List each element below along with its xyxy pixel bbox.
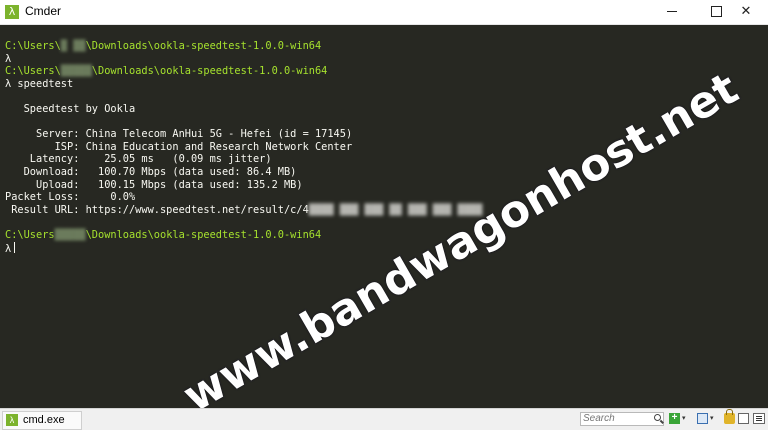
window-title: Cmder: [25, 4, 62, 18]
panel-icon[interactable]: [738, 413, 749, 424]
console-line: ISP: China Education and Research Networ…: [5, 141, 482, 154]
text-cursor: [14, 241, 16, 253]
console-line: λ: [5, 53, 482, 66]
console-line: Upload: 100.15 Mbps (data used: 135.2 MB…: [5, 179, 482, 192]
result-url: Result URL: https://www.speedtest.net/re…: [5, 203, 309, 216]
redacted-result-id: ████ ███ ███ ██ ███ ███ ████: [308, 203, 483, 216]
output-text: Server: China Telecom AnHui 5G - Hefei (…: [5, 128, 353, 141]
prompt-path-suffix: \Downloads\ookla-speedtest-1.0.0-win64: [91, 65, 328, 78]
status-bar: λ cmd.exe Search + ▾ ▾: [0, 408, 768, 430]
split-view-dropdown-icon[interactable]: ▾: [710, 413, 717, 424]
console-line: λ speedtest: [5, 78, 482, 91]
minimize-button[interactable]: [650, 0, 694, 24]
output-text: Upload: 100.15 Mbps (data used: 135.2 MB…: [5, 178, 303, 191]
prompt-path-suffix: \Downloads\ookla-speedtest-1.0.0-win64: [85, 40, 322, 52]
console-area[interactable]: C:\Users\█ ██\Downloads\ookla-speedtest-…: [0, 25, 768, 408]
close-button[interactable]: ✕: [724, 0, 768, 24]
maximize-icon: [710, 6, 722, 17]
cmder-lambda-icon: λ: [6, 414, 18, 426]
redacted-username: █████: [54, 228, 86, 241]
new-console-dropdown-icon[interactable]: ▾: [682, 413, 689, 424]
console-line: Server: China Telecom AnHui 5G - Hefei (…: [5, 128, 482, 141]
split-view-icon[interactable]: [697, 413, 708, 424]
console-line: C:\Users█████\Downloads\ookla-speedtest-…: [5, 229, 482, 242]
console-line: Packet Loss: 0.0%: [5, 191, 482, 204]
redacted-username: █ ██: [60, 40, 86, 52]
lock-icon[interactable]: [724, 409, 735, 424]
output-text: Speedtest by Ookla: [5, 102, 136, 115]
prompt-path-prefix: C:\Users: [5, 228, 55, 241]
menu-icon[interactable]: [753, 413, 765, 424]
minimize-icon: [667, 11, 677, 12]
search-icon[interactable]: [654, 414, 661, 421]
console-line: Download: 100.70 Mbps (data used: 86.4 M…: [5, 166, 482, 179]
prompt-path-prefix: C:\Users\: [5, 65, 61, 78]
console-line: C:\Users\█████\Downloads\ookla-speedtest…: [5, 65, 482, 78]
output-text: Latency: 25.05 ms (0.09 ms jitter): [5, 153, 272, 166]
search-placeholder: Search: [583, 413, 615, 424]
console-tab[interactable]: λ cmd.exe: [2, 411, 82, 430]
prompt-path-suffix: \Downloads\ookla-speedtest-1.0.0-win64: [85, 228, 322, 241]
output-text: Download: 100.70 Mbps (data used: 86.4 M…: [5, 165, 297, 178]
new-console-button[interactable]: +: [669, 413, 680, 424]
output-text: Packet Loss: 0.0%: [5, 191, 136, 204]
cmder-lambda-icon: λ: [5, 5, 19, 19]
search-input[interactable]: Search: [580, 412, 664, 426]
prompt-command: λ speedtest: [5, 77, 74, 90]
console-line: Speedtest by Ookla: [5, 103, 482, 116]
console-line: Result URL: https://www.speedtest.net/re…: [5, 204, 482, 217]
prompt-command: λ: [5, 52, 12, 65]
console-line: C:\Users\█ ██\Downloads\ookla-speedtest-…: [5, 40, 482, 53]
tab-label: cmd.exe: [23, 414, 65, 426]
title-bar: λ Cmder ✕: [0, 0, 768, 25]
prompt-command: λ: [5, 242, 12, 255]
output-text: ISP: China Education and Research Networ…: [5, 140, 353, 153]
redacted-username: █████: [60, 65, 92, 78]
prompt-path-prefix: C:\Users\: [5, 40, 61, 52]
console-line: Latency: 25.05 ms (0.09 ms jitter): [5, 153, 482, 166]
close-icon: ✕: [740, 4, 752, 19]
console-output: C:\Users\█ ██\Downloads\ookla-speedtest-…: [5, 40, 482, 255]
